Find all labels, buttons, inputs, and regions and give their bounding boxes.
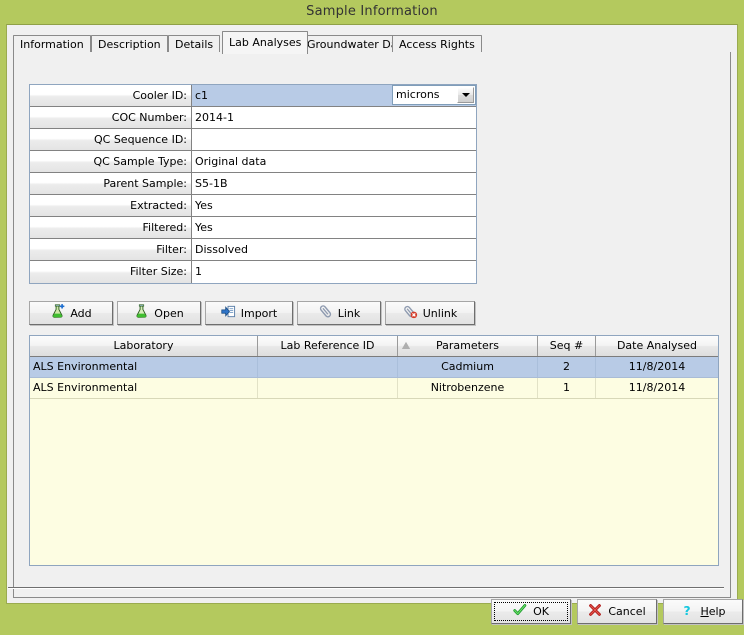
add-button-label: Add: [70, 307, 91, 320]
field-label-qc-sequence-id: QC Sequence ID:: [30, 129, 192, 150]
field-row-qc-sequence-id[interactable]: QC Sequence ID:: [30, 129, 476, 151]
field-row-qc-sample-type[interactable]: QC Sample Type: Original data: [30, 151, 476, 173]
cyan-question-icon: ?: [680, 603, 694, 620]
red-x-icon: [588, 603, 602, 620]
field-value-filter[interactable]: Dissolved: [192, 239, 476, 260]
field-label-parent-sample: Parent Sample:: [30, 173, 192, 194]
paperclip-remove-icon: [403, 304, 418, 322]
cell-date-analysed: 11/8/2014: [596, 357, 718, 377]
tab-strip: Information Description Details Lab Anal…: [13, 31, 731, 53]
ok-button[interactable]: OK: [491, 599, 571, 624]
cancel-button-label: Cancel: [608, 605, 645, 618]
dialog-footer: OK Cancel ? Help: [7, 591, 723, 635]
help-label-rest: elp: [709, 605, 726, 618]
column-header-lab-reference-id[interactable]: Lab Reference ID: [258, 336, 398, 356]
table-row[interactable]: ALS Environmental Nitrobenzene 1 11/8/20…: [30, 378, 718, 399]
tab-access-rights[interactable]: Access Rights: [392, 35, 482, 53]
field-row-extracted[interactable]: Extracted: Yes: [30, 195, 476, 217]
tab-description[interactable]: Description: [91, 35, 168, 53]
green-check-icon: [513, 603, 527, 620]
column-header-seq[interactable]: Seq #: [538, 336, 596, 356]
cell-lab-reference-id: [258, 357, 398, 377]
column-header-laboratory[interactable]: Laboratory: [30, 336, 258, 356]
field-value-coc-number[interactable]: 2014-1: [192, 107, 476, 128]
unlink-button[interactable]: Unlink: [385, 301, 475, 325]
import-button[interactable]: Import: [205, 301, 293, 325]
chevron-down-icon[interactable]: [457, 87, 474, 103]
filter-size-unit-select[interactable]: microns: [392, 85, 476, 105]
cancel-button[interactable]: Cancel: [577, 599, 657, 624]
field-label-filter-size: Filter Size:: [30, 261, 192, 283]
field-row-filtered[interactable]: Filtered: Yes: [30, 217, 476, 239]
cell-seq: 2: [538, 357, 596, 377]
flask-icon: [134, 304, 149, 322]
filter-size-unit-value: microns: [393, 86, 457, 104]
sort-ascending-icon: [402, 342, 410, 349]
field-label-extracted: Extracted:: [30, 195, 192, 216]
help-button-label: Help: [700, 605, 725, 618]
column-header-parameters[interactable]: Parameters: [398, 336, 538, 356]
field-value-parent-sample[interactable]: S5-1B: [192, 173, 476, 194]
field-row-filter[interactable]: Filter: Dissolved: [30, 239, 476, 261]
field-value-filtered[interactable]: Yes: [192, 217, 476, 238]
cell-parameters: Nitrobenzene: [398, 378, 538, 398]
field-row-parent-sample[interactable]: Parent Sample: S5-1B: [30, 173, 476, 195]
link-button[interactable]: Link: [297, 301, 381, 325]
lab-analyses-table[interactable]: Laboratory Lab Reference ID Parameters S…: [29, 335, 719, 566]
cell-parameters: Cadmium: [398, 357, 538, 377]
table-row[interactable]: ALS Environmental Cadmium 2 11/8/2014: [30, 357, 718, 378]
field-label-qc-sample-type: QC Sample Type:: [30, 151, 192, 172]
cell-laboratory: ALS Environmental: [30, 357, 258, 377]
import-button-label: Import: [241, 307, 278, 320]
window-title: Sample Information: [0, 0, 744, 24]
field-label-cooler-id: Cooler ID:: [30, 85, 192, 106]
import-document-icon: [221, 304, 236, 322]
tab-details[interactable]: Details: [168, 35, 220, 53]
dialog-panel: Information Description Details Lab Anal…: [6, 24, 738, 604]
sample-field-grid: Cooler ID: c1 COC Number: 2014-1 QC Sequ…: [29, 84, 477, 284]
column-header-parameters-label: Parameters: [436, 339, 499, 352]
svg-text:?: ?: [684, 604, 691, 617]
tab-information[interactable]: Information: [13, 35, 91, 53]
field-row-filter-size[interactable]: Filter Size: 1 microns: [30, 261, 476, 283]
flask-plus-icon: [50, 304, 65, 322]
field-label-filtered: Filtered:: [30, 217, 192, 238]
field-value-qc-sample-type[interactable]: Original data: [192, 151, 476, 172]
link-button-label: Link: [338, 307, 361, 320]
cell-laboratory: ALS Environmental: [30, 378, 258, 398]
footer-separator: [8, 587, 724, 589]
paperclip-icon: [318, 304, 333, 322]
help-button[interactable]: ? Help: [663, 599, 743, 624]
help-mnemonic: H: [700, 605, 708, 618]
open-button-label: Open: [154, 307, 183, 320]
sample-information-window: Sample Information Information Descripti…: [0, 0, 744, 617]
field-value-qc-sequence-id[interactable]: [192, 129, 476, 150]
add-button[interactable]: Add: [29, 301, 113, 325]
cell-date-analysed: 11/8/2014: [596, 378, 718, 398]
field-value-filter-size[interactable]: 1: [192, 261, 476, 283]
field-row-coc-number[interactable]: COC Number: 2014-1: [30, 107, 476, 129]
field-value-extracted[interactable]: Yes: [192, 195, 476, 216]
open-button[interactable]: Open: [117, 301, 201, 325]
cell-seq: 1: [538, 378, 596, 398]
column-header-date-analysed[interactable]: Date Analysed: [596, 336, 718, 356]
unlink-button-label: Unlink: [423, 307, 457, 320]
table-header-row: Laboratory Lab Reference ID Parameters S…: [30, 336, 718, 357]
field-label-filter: Filter:: [30, 239, 192, 260]
field-label-coc-number: COC Number:: [30, 107, 192, 128]
tab-lab-analyses[interactable]: Lab Analyses: [222, 31, 308, 54]
cell-lab-reference-id: [258, 378, 398, 398]
ok-button-label: OK: [533, 605, 549, 618]
